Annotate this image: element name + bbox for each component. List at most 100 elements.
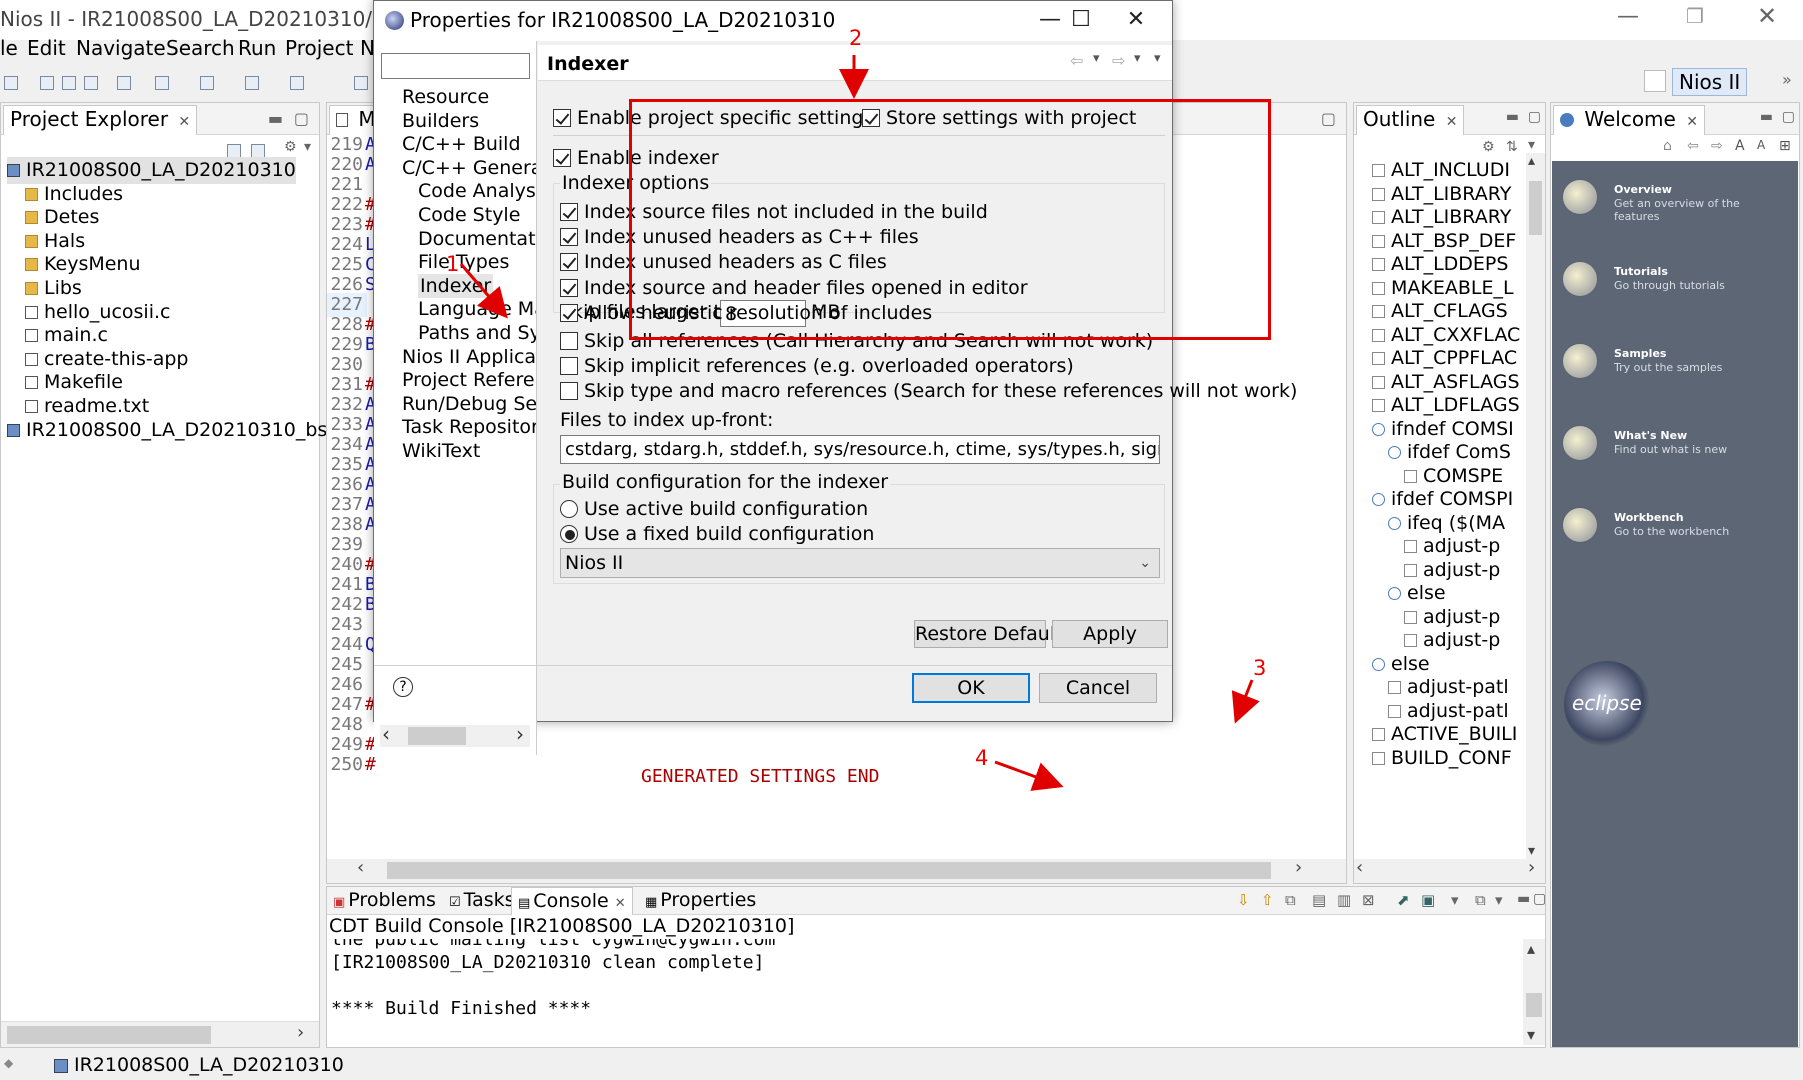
nav-item[interactable]: Code Style: [418, 203, 520, 227]
forward-icon[interactable]: ⇨: [1711, 138, 1723, 154]
scrollbar-thumb[interactable]: [408, 727, 466, 745]
scrollbar-thumb[interactable]: [1529, 181, 1542, 235]
close-icon[interactable]: ✕: [178, 114, 190, 130]
link-editor-icon[interactable]: [251, 144, 265, 158]
minimize-icon[interactable]: ▬: [268, 109, 283, 128]
outline-hscrollbar[interactable]: ‹ ›: [1354, 857, 1545, 883]
tab-console[interactable]: ▤ Console ✕: [511, 887, 633, 915]
maximize-icon[interactable]: ▢: [294, 109, 309, 128]
help-icon[interactable]: ?: [393, 677, 413, 697]
chevron-down-icon[interactable]: ▾: [304, 139, 311, 155]
nav-item[interactable]: Run/Debug Setti: [402, 392, 536, 416]
zoom-in-icon[interactable]: A: [1735, 138, 1745, 154]
use-fixed-config-radio[interactable]: Use a fixed build configuration: [560, 522, 874, 546]
view-menu-icon[interactable]: ▾: [1154, 51, 1161, 66]
tab-tasks[interactable]: ☑ Tasks: [449, 889, 515, 911]
nav-item[interactable]: Builders: [402, 109, 479, 133]
maximize-icon[interactable]: ▢: [1321, 109, 1336, 128]
welcome-item[interactable]: Tutorials Go through tutorials: [1552, 261, 1796, 321]
radio-circle[interactable]: [560, 525, 578, 543]
fixed-config-select[interactable]: Nios II ⌄: [560, 548, 1160, 578]
nav-item[interactable]: File Types: [418, 250, 509, 274]
restore-icon[interactable]: ⊞: [1779, 138, 1791, 154]
chevron-left-icon[interactable]: ‹: [382, 722, 390, 746]
welcome-item[interactable]: Overview Get an overview of the features: [1552, 179, 1796, 239]
chevron-up-icon[interactable]: ▴: [1527, 939, 1535, 958]
welcome-item[interactable]: Samples Try out the samples: [1552, 343, 1796, 403]
back-icon[interactable]: ⇦: [1070, 51, 1083, 70]
more-perspectives-icon[interactable]: »: [1782, 70, 1792, 89]
checkbox-box[interactable]: [560, 228, 578, 247]
nav-item[interactable]: Nios II Applicatio: [402, 345, 536, 369]
maximize-icon[interactable]: ▢: [1782, 109, 1795, 125]
filter-input[interactable]: [381, 53, 530, 79]
close-icon[interactable]: ✕: [1114, 7, 1158, 35]
scrollbar-thumb[interactable]: [7, 1026, 211, 1044]
build-icon[interactable]: [117, 76, 131, 90]
checkbox-box[interactable]: [560, 332, 578, 350]
display-selected-icon[interactable]: ⊠: [1362, 891, 1375, 909]
word-wrap-icon[interactable]: ▥: [1337, 891, 1351, 909]
chevron-right-icon[interactable]: ›: [1528, 857, 1535, 878]
welcome-item[interactable]: What's New Find out what is new: [1552, 425, 1796, 485]
scroll-lock-icon[interactable]: ⇩: [1237, 891, 1250, 909]
project-explorer-tab[interactable]: Project Explorer ✕: [3, 105, 198, 135]
outline-item[interactable]: BUILD_CONF: [1372, 745, 1512, 772]
chevron-right-icon[interactable]: ›: [516, 722, 524, 746]
menu-edit[interactable]: Edit: [27, 36, 66, 60]
nav-item[interactable]: Project Reference: [402, 368, 536, 392]
new-class-icon[interactable]: [245, 76, 259, 90]
minimize-icon[interactable]: ▬: [1506, 109, 1519, 125]
close-icon[interactable]: ✕: [1446, 114, 1458, 130]
welcome-item[interactable]: Workbench Go to the workbench: [1552, 507, 1796, 567]
nav-hscrollbar[interactable]: ‹ ›: [380, 722, 530, 747]
chevron-right-icon[interactable]: ›: [1295, 857, 1302, 878]
menu-project[interactable]: Project: [285, 36, 353, 60]
radio-circle[interactable]: [560, 500, 578, 518]
nav-item[interactable]: WikiText: [402, 439, 480, 463]
checkbox-box[interactable]: [560, 203, 578, 221]
nav-item[interactable]: Indexer: [418, 273, 494, 298]
ok-button[interactable]: OK: [912, 673, 1030, 703]
zoom-out-icon[interactable]: A: [1757, 138, 1765, 152]
skip-reference-checkbox[interactable]: Skip type and macro references (Search f…: [560, 379, 1297, 403]
checkbox-box[interactable]: [560, 382, 578, 401]
open-perspective-icon[interactable]: [1644, 70, 1666, 92]
save-icon[interactable]: [40, 76, 54, 90]
checkbox-box[interactable]: [560, 278, 578, 297]
debug-icon[interactable]: [354, 76, 368, 90]
new-project-icon[interactable]: [155, 76, 169, 90]
chevron-down-icon[interactable]: ▾: [1528, 137, 1535, 153]
menu-run[interactable]: Run: [238, 36, 276, 60]
chevron-left-icon[interactable]: ‹: [357, 857, 364, 878]
outline-tab[interactable]: Outline ✕: [1356, 105, 1465, 135]
outline-vscrollbar[interactable]: ▴ ▾: [1526, 153, 1545, 859]
maximize-icon[interactable]: ▢: [1528, 109, 1541, 125]
menu-search[interactable]: Search: [166, 36, 235, 60]
pin-icon[interactable]: ⇧: [1261, 891, 1274, 909]
chevron-down-icon[interactable]: ▾: [1527, 1025, 1535, 1044]
maximize-icon[interactable]: ▢: [1533, 891, 1546, 907]
chevron-up-icon[interactable]: ▴: [1528, 153, 1535, 169]
skip-reference-checkbox[interactable]: Skip implicit references (e.g. overloade…: [560, 354, 1074, 378]
new-icon[interactable]: [4, 76, 18, 90]
close-icon[interactable]: ✕: [615, 896, 626, 911]
restore-icon[interactable]: ❐: [1686, 4, 1704, 28]
checkbox-box[interactable]: [560, 357, 578, 376]
chevron-down-icon[interactable]: ▾: [1451, 891, 1459, 909]
close-icon[interactable]: ✕: [1757, 2, 1777, 30]
chevron-left-icon[interactable]: ‹: [1356, 857, 1363, 878]
checkbox-box[interactable]: [553, 109, 571, 127]
nav-item[interactable]: Task Repository: [402, 415, 536, 439]
tree-item[interactable]: IR21008S00_LA_D20210310_bsp: [7, 417, 339, 444]
scrollbar-thumb[interactable]: [1526, 993, 1542, 1017]
console-vscrollbar[interactable]: ▴ ▾: [1523, 939, 1545, 1045]
open-console-icon[interactable]: ⬈: [1397, 891, 1410, 909]
print-icon[interactable]: [84, 76, 98, 90]
minimize-icon[interactable]: ▬: [1517, 891, 1530, 907]
clear-console-icon[interactable]: ▤: [1312, 891, 1326, 909]
checkbox-box[interactable]: [560, 253, 578, 272]
home-icon[interactable]: ⌂: [1663, 138, 1672, 154]
copy-icon[interactable]: ⧉: [1285, 891, 1296, 909]
nav-item[interactable]: Documentatio: [418, 227, 536, 251]
